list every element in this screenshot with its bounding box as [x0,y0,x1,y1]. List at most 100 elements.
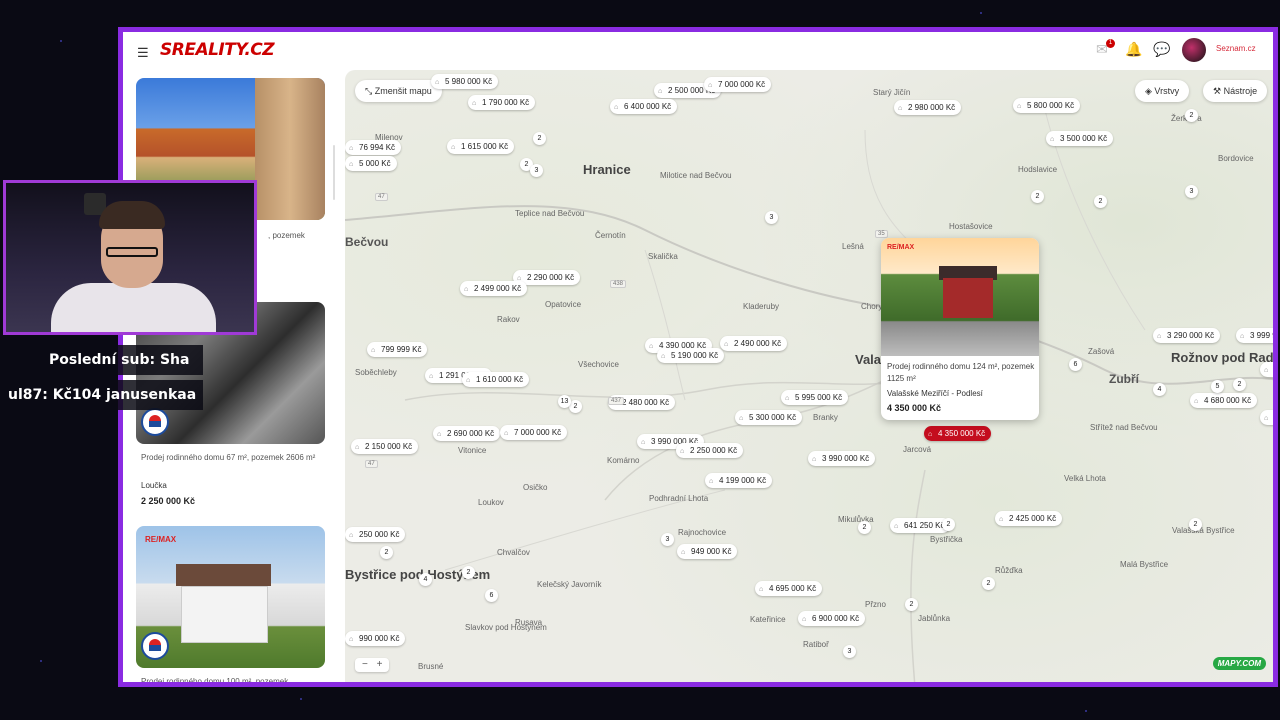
house-icon: ⌂ [1264,415,1269,422]
listing-cluster[interactable]: 6 [485,589,498,602]
house-icon: ⌂ [894,523,899,530]
price-pin[interactable]: ⌂ 6 400 000 Kč [610,99,678,114]
webcam-overlay [3,180,257,335]
map-place-label: Teplice nad Bečvou [515,209,585,218]
top-bar: ☰ SREALITY.CZ ✉ 1 🔔 💬 Seznam.cz [123,32,1273,70]
active-price-pin[interactable]: ⌂ 4 350 000 Kč [924,426,992,441]
house-icon: ⌂ [724,341,729,348]
shrink-map-button[interactable]: ⤡ Zmenšit mapu [355,80,442,102]
layers-button[interactable]: ◈ Vrstvy [1135,80,1190,102]
map-place-label: Rožnov pod Radhoštěm [1171,350,1273,365]
listing-description[interactable]: Prodej rodinného domu 100 m², pozemek [141,676,321,682]
menu-icon[interactable]: ☰ [137,45,149,61]
mapy-logo[interactable]: MAPY.COM [1212,657,1266,670]
map-place-label: Branky [813,413,838,422]
price-pin[interactable]: ⌂ 6 900 000 Kč [798,611,866,626]
map-place-label: Černotín [595,231,626,240]
listing-cluster[interactable]: 3 [1185,185,1198,198]
price-pin[interactable]: ⌂6 399 000 Kč [1260,410,1273,425]
popup-photo[interactable] [881,238,1039,356]
price-pin[interactable]: ⌂ 2 690 000 Kč [433,426,501,441]
zoom-out-button[interactable]: − [362,659,368,670]
price-pin[interactable]: ⌂ 2 425 000 Kč [995,511,1063,526]
price-pin[interactable]: ⌂ 7 000 000 Kč [704,77,772,92]
map[interactable]: ⤡ Zmenšit mapu ◈ Vrstvy ⚒ Nástroje Hrani… [345,70,1273,682]
price-pin[interactable]: ⌂ 3 500 000 Kč [1046,131,1114,146]
price-pin[interactable]: ⌂ 4 680 000 Kč [1190,393,1258,408]
house-icon: ⌂ [349,636,354,643]
price-pin-label: 4 695 000 Kč [769,584,817,593]
price-pin[interactable]: ⌂ 4 695 000 Kč [755,581,823,596]
price-pin[interactable]: ⌂ 3 290 000 Kč [1153,328,1221,343]
listing-cluster[interactable]: 13 [558,395,571,408]
listing-popup[interactable]: RE/MAX Prodej rodinného domu 124 m², poz… [881,238,1039,420]
price-pin[interactable]: ⌂ 2 499 000 Kč [460,281,528,296]
price-pin[interactable]: ⌂ 5 000 Kč [345,156,397,171]
listing-cluster[interactable]: 2 [380,546,393,559]
map-place-label: Komárno [607,456,640,465]
listing-cluster[interactable]: 2 [1094,195,1107,208]
price-pin[interactable]: ⌂ 5 800 000 Kč [1013,98,1081,113]
listing-cluster[interactable]: 2 [462,566,475,579]
map-place-label: Bečvou [345,235,389,249]
listing-cluster[interactable]: 3 [843,645,856,658]
price-pin[interactable]: ⌂ 1 790 000 Kč [468,95,536,110]
price-pin[interactable]: ⌂ 990 000 Kč [345,631,406,646]
zoom-control: − + [355,658,390,672]
listing-cluster[interactable]: 4 [1153,383,1166,396]
listing-cluster[interactable]: 2 [905,598,918,611]
listing-cluster[interactable]: 4 [419,573,432,586]
listing-cluster[interactable]: 2 [1233,378,1246,391]
price-pin-label: 2 980 000 Kč [908,103,956,112]
price-pin[interactable]: ⌂ 949 000 Kč [677,544,738,559]
listing-cluster[interactable]: 3 [530,164,543,177]
price-pin[interactable]: ⌂ 5 995 000 Kč [781,390,849,405]
listing-cluster[interactable]: 3 [765,211,778,224]
price-pin[interactable]: ⌂ 1 610 000 Kč [462,372,530,387]
price-pin[interactable]: ⌂ 5 300 000 Kč [735,410,803,425]
house-icon: ⌂ [349,161,354,168]
house-icon: ⌂ [371,347,376,354]
listing-cluster[interactable]: 2 [982,577,995,590]
list-scrollbar[interactable] [333,145,335,200]
site-logo[interactable]: SREALITY.CZ [160,40,275,60]
listing-cluster[interactable]: 6 [1069,358,1082,371]
zoom-in-button[interactable]: + [377,659,383,670]
price-pin[interactable]: ⌂1 990 000 Kč [1260,362,1273,377]
price-pin[interactable]: ⌂ 2 490 000 Kč [720,336,788,351]
price-pin[interactable]: ⌂ 76 994 Kč [345,140,402,155]
price-pin[interactable]: ⌂ 250 000 Kč [345,527,406,542]
map-place-label: Skalička [648,252,678,261]
listing-cluster[interactable]: 2 [942,518,955,531]
listing-cluster[interactable]: 2 [1189,518,1202,531]
price-pin[interactable]: ⌂ 3 990 000 Kč [808,451,876,466]
map-place-label: Jablůnka [918,614,951,623]
bell-icon[interactable]: 🔔 [1125,41,1142,58]
price-pin[interactable]: ⌂ 2 980 000 Kč [894,100,962,115]
chat-icon[interactable]: 💬 [1153,41,1170,58]
listing-cluster[interactable]: 3 [661,533,674,546]
price-pin[interactable]: ⌂ 2 150 000 Kč [351,439,419,454]
listing-cluster[interactable]: 2 [1185,109,1198,122]
listing-cluster[interactable]: 2 [1031,190,1044,203]
map-place-label: Valašská Bystřice [1172,526,1235,535]
tools-button[interactable]: ⚒ Nástroje [1203,80,1268,102]
price-pin[interactable]: ⌂ 2 250 000 Kč [676,443,744,458]
seznam-link[interactable]: Seznam.cz [1216,44,1256,53]
map-place-label: Střítež nad Bečvou [1090,423,1158,432]
price-pin[interactable]: ⌂ 5 190 000 Kč [657,348,725,363]
avatar[interactable] [1182,38,1206,62]
listing-cluster[interactable]: 5 [1211,380,1224,393]
house-icon: ⌂ [680,448,685,455]
price-pin[interactable]: ⌂ 4 199 000 Kč [705,473,773,488]
listing-cluster[interactable]: 2 [858,521,871,534]
price-pin[interactable]: ⌂ 3 999 999 Kč [1236,328,1273,343]
listing-description[interactable]: Prodej rodinného domu 67 m², pozemek 260… [141,452,321,464]
price-pin[interactable]: ⌂ 799 999 Kč [367,342,428,357]
price-pin[interactable]: ⌂ 5 980 000 Kč [431,74,499,89]
listing-cluster[interactable]: 2 [533,132,546,145]
price-pin[interactable]: ⌂ 7 000 000 Kč [500,425,568,440]
price-pin[interactable]: ⌂ 1 615 000 Kč [447,139,515,154]
listing-photo[interactable]: RE/MAX [136,526,325,668]
house-icon: ⌂ [437,431,442,438]
